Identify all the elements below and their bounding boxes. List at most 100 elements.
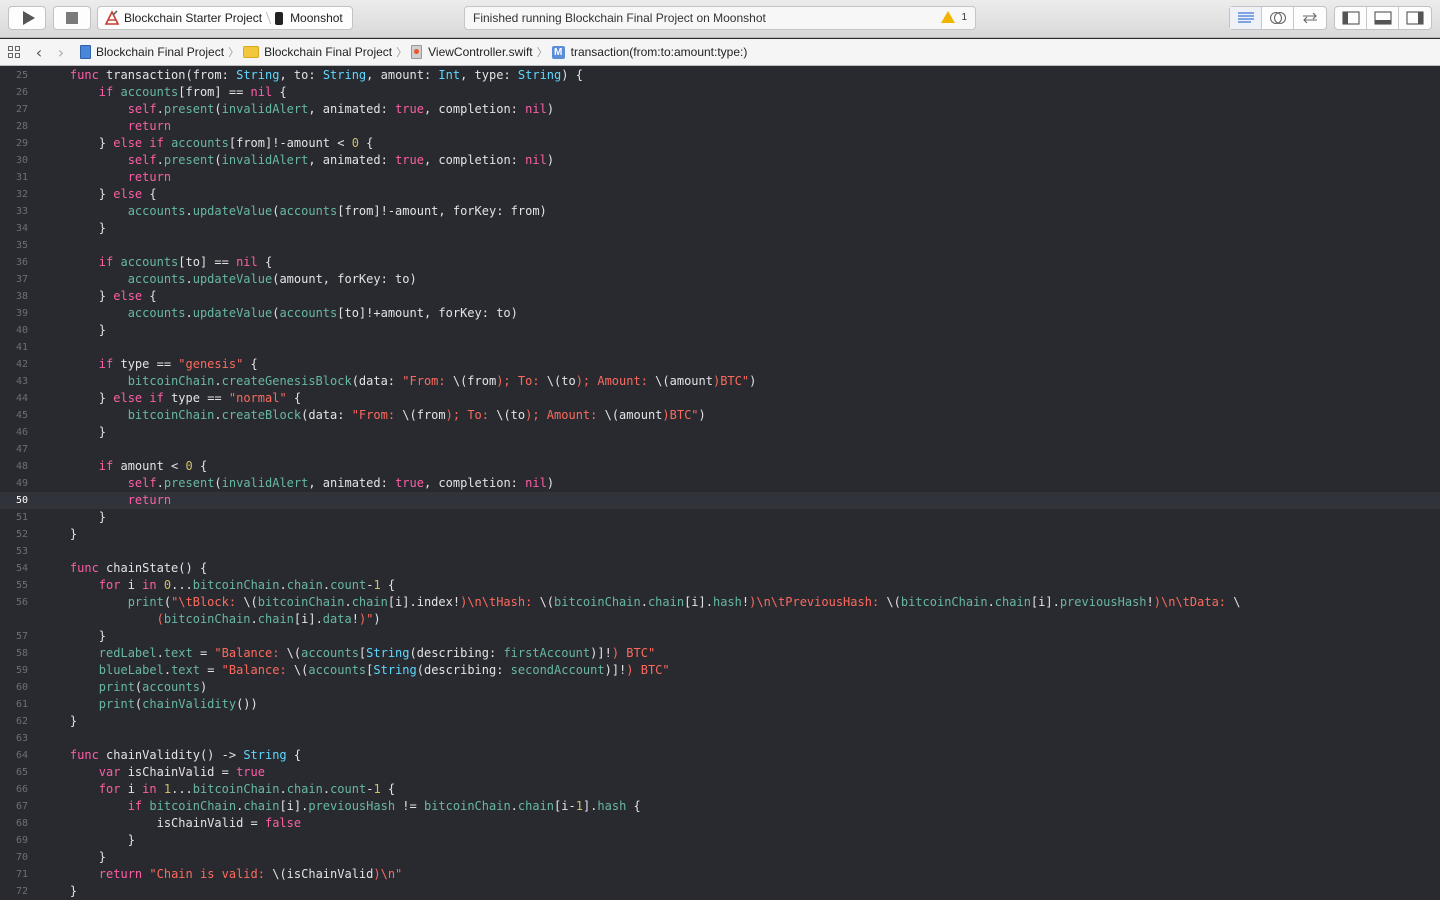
code-line[interactable]: 32 } else { — [0, 186, 1440, 203]
stop-button[interactable] — [53, 6, 91, 30]
code-line[interactable]: 65 var isChainValid = true — [0, 764, 1440, 781]
code-line[interactable]: 28 return — [0, 118, 1440, 135]
jump-bar-file[interactable]: ViewController.swift — [411, 45, 533, 59]
code-line[interactable]: 56 print("\tBlock: \(bitcoinChain.chain[… — [0, 594, 1440, 611]
code-token: ); To: — [445, 408, 497, 422]
code-line[interactable]: 26 if accounts[from] == nil { — [0, 84, 1440, 101]
code-line[interactable]: 40 } — [0, 322, 1440, 339]
code-line[interactable]: 66 for i in 1...bitcoinChain.chain.count… — [0, 781, 1440, 798]
code-line[interactable]: 53 — [0, 543, 1440, 560]
code-line[interactable]: 55 for i in 0...bitcoinChain.chain.count… — [0, 577, 1440, 594]
code-token: updateValue — [192, 272, 273, 286]
code-line[interactable]: (bitcoinChain.chain[i].data!)") — [0, 611, 1440, 628]
code-token: . — [987, 595, 995, 609]
code-line[interactable]: 43 bitcoinChain.createGenesisBlock(data:… — [0, 373, 1440, 390]
code-token: present — [163, 153, 215, 167]
code-line[interactable]: 34 } — [0, 220, 1440, 237]
scheme-device[interactable]: Moonshot — [269, 7, 343, 29]
code-line[interactable]: 63 — [0, 730, 1440, 747]
code-line[interactable]: 52 } — [0, 526, 1440, 543]
code-line[interactable]: 39 accounts.updateValue(accounts[to]!+am… — [0, 305, 1440, 322]
code-line[interactable]: 72 } — [0, 883, 1440, 900]
code-line[interactable]: 41 — [0, 339, 1440, 356]
code-line[interactable]: 25 func transaction(from: String, to: St… — [0, 67, 1440, 84]
code-line[interactable]: 70 } — [0, 849, 1440, 866]
code-line[interactable]: 27 self.present(invalidAlert, animated: … — [0, 101, 1440, 118]
code-token: , animated: — [308, 476, 396, 490]
code-line[interactable]: 60 print(accounts) — [0, 679, 1440, 696]
code-token: [i]. — [279, 799, 309, 813]
code-text: } — [41, 628, 106, 645]
code-line[interactable]: 59 blueLabel.text = "Balance: \(accounts… — [0, 662, 1440, 679]
code-line[interactable]: 51 } — [0, 509, 1440, 526]
scheme-selector[interactable]: Blockchain Starter Project Moonshot — [97, 6, 353, 30]
code-token: . — [322, 578, 331, 592]
code-line[interactable]: 61 print(chainValidity()) — [0, 696, 1440, 713]
code-line[interactable]: 69 } — [0, 832, 1440, 849]
line-number: 38 — [15, 291, 28, 302]
code-line[interactable]: 62 } — [0, 713, 1440, 730]
code-line[interactable]: 67 if bitcoinChain.chain[i].previousHash… — [0, 798, 1440, 815]
navigator-toggle[interactable] — [1335, 7, 1367, 29]
code-line[interactable]: 71 return "Chain is valid: \(isChainVali… — [0, 866, 1440, 883]
code-token: \( — [243, 595, 258, 609]
source-editor[interactable]: 25 func transaction(from: String, to: St… — [0, 67, 1440, 900]
standard-editor-icon — [1237, 12, 1254, 23]
code-line[interactable]: 36 if accounts[to] == nil { — [0, 254, 1440, 271]
forward-arrow-icon[interactable]: › — [50, 43, 72, 62]
jump-bar-symbol[interactable]: M transaction(from:to:amount:type:) — [551, 45, 747, 59]
assistant-editor-button[interactable] — [1262, 7, 1294, 29]
code-line[interactable]: 57 } — [0, 628, 1440, 645]
code-token: \ — [1233, 595, 1241, 609]
code-line[interactable]: 54 func chainState() { — [0, 560, 1440, 577]
related-items-icon[interactable] — [8, 46, 20, 58]
version-editor-button[interactable] — [1294, 7, 1326, 29]
code-line[interactable]: 64 func chainValidity() -> String { — [0, 747, 1440, 764]
code-line[interactable]: 33 accounts.updateValue(accounts[from]!-… — [0, 203, 1440, 220]
code-line[interactable]: 37 accounts.updateValue(amount, forKey: … — [0, 271, 1440, 288]
code-text: self.present(invalidAlert, animated: tru… — [41, 475, 554, 492]
code-line[interactable]: 48 if amount < 0 { — [0, 458, 1440, 475]
code-line[interactable]: 49 self.present(invalidAlert, animated: … — [0, 475, 1440, 492]
utilities-toggle[interactable] — [1399, 7, 1431, 29]
standard-editor-button[interactable] — [1230, 7, 1262, 29]
warning-indicator[interactable]: 1 — [941, 11, 967, 23]
code-token: } — [41, 850, 107, 864]
code-token: ) — [373, 612, 381, 626]
code-token: (describing: — [409, 646, 504, 660]
code-line[interactable]: 68 isChainValid = false — [0, 815, 1440, 832]
utilities-icon — [1406, 11, 1424, 25]
code-line[interactable]: 42 if type == "genesis" { — [0, 356, 1440, 373]
scheme-project[interactable]: Blockchain Starter Project — [98, 7, 262, 29]
code-line[interactable]: 44 } else if type == "normal" { — [0, 390, 1440, 407]
jump-bar-project[interactable]: Blockchain Final Project — [80, 45, 224, 59]
code-token: "genesis" — [178, 357, 244, 371]
current-code-line[interactable]: 50 return — [0, 492, 1440, 509]
line-number: 40 — [15, 325, 28, 336]
code-line[interactable]: 29 } else if accounts[from]!-amount < 0 … — [0, 135, 1440, 152]
debug-area-toggle[interactable] — [1367, 7, 1399, 29]
code-line[interactable]: 30 self.present(invalidAlert, animated: … — [0, 152, 1440, 169]
run-button[interactable] — [8, 6, 46, 30]
code-text: self.present(invalidAlert, animated: tru… — [41, 152, 554, 169]
code-line[interactable]: 58 redLabel.text = "Balance: \(accounts[… — [0, 645, 1440, 662]
code-token: bitcoinChain — [127, 408, 215, 422]
back-arrow-icon[interactable]: ‹ — [28, 43, 50, 62]
jump-bar-group[interactable]: Blockchain Final Project — [243, 45, 392, 59]
code-token: \(from — [452, 374, 497, 388]
code-line[interactable]: 46 } — [0, 424, 1440, 441]
code-line[interactable]: 47 — [0, 441, 1440, 458]
code-token: nil — [250, 85, 273, 99]
code-text: } — [41, 526, 77, 543]
code-line[interactable]: 45 bitcoinChain.createBlock(data: "From:… — [0, 407, 1440, 424]
code-line[interactable]: 35 — [0, 237, 1440, 254]
code-line[interactable]: 31 return — [0, 169, 1440, 186]
warning-count: 1 — [961, 11, 967, 23]
code-token: if — [98, 255, 114, 269]
code-line[interactable]: 38 } else { — [0, 288, 1440, 305]
code-text: if accounts[to] == nil { — [41, 254, 272, 271]
line-number: 62 — [15, 716, 28, 727]
